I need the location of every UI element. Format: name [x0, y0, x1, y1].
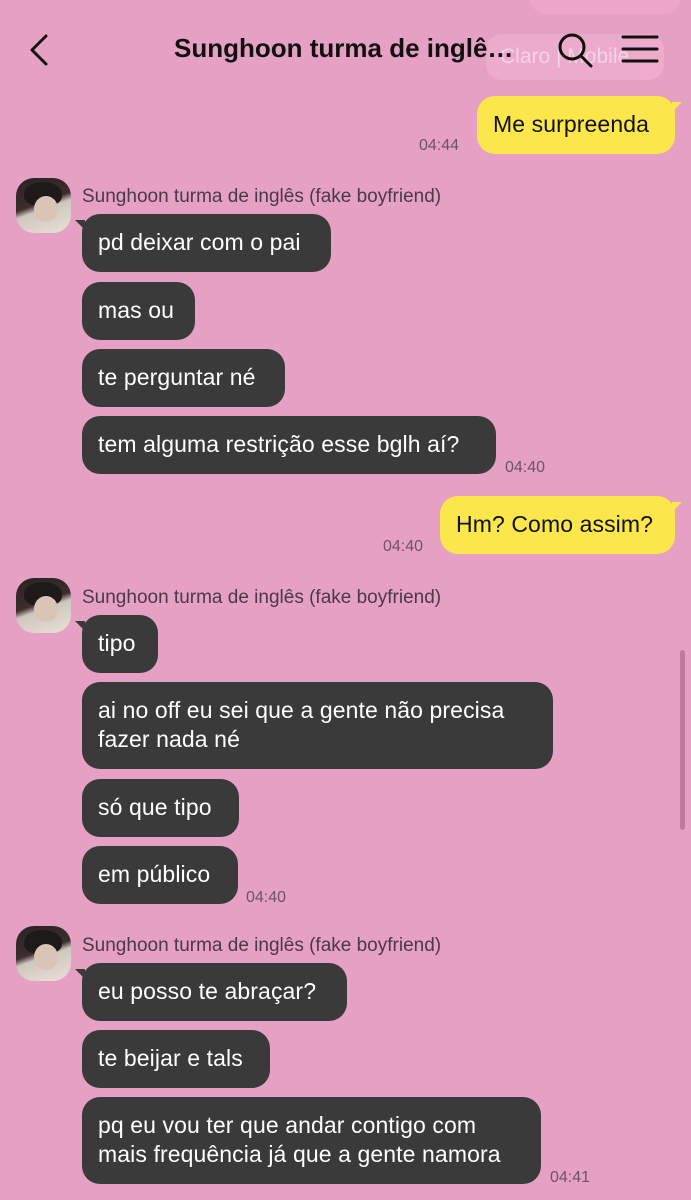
message-line: mais frequência já que a gente namora: [98, 1141, 501, 1167]
sent-message[interactable]: Me surpreenda: [477, 96, 682, 154]
back-button[interactable]: [22, 30, 62, 70]
search-icon: [558, 33, 593, 68]
sent-message[interactable]: Hm? Como assim?: [440, 496, 682, 554]
contact-avatar[interactable]: [16, 178, 71, 233]
received-message[interactable]: mas ou: [82, 282, 195, 340]
chat-header: Claro | Mobile Sunghoon turma de inglê…: [0, 0, 691, 100]
scrollbar[interactable]: [680, 650, 685, 830]
received-message[interactable]: em público: [82, 846, 238, 904]
sender-name: Sunghoon turma de inglês (fake boyfriend…: [82, 186, 442, 207]
contact-avatar[interactable]: [16, 926, 71, 981]
message-line: fazer nada né: [98, 726, 240, 752]
received-message[interactable]: pd deixar com o pai: [75, 214, 331, 272]
back-icon: [30, 34, 48, 66]
received-message[interactable]: ai no off eu sei que a gente não precisa…: [82, 682, 553, 769]
message-time: 04:41: [550, 1169, 591, 1186]
message-time: 04:40: [505, 459, 546, 476]
received-message[interactable]: eu posso te abraçar?: [75, 963, 347, 1021]
notification-overlay: [530, 0, 680, 14]
contact-avatar[interactable]: [16, 578, 71, 633]
sender-name: Sunghoon turma de inglês (fake boyfriend…: [82, 587, 442, 608]
message-line: pq eu vou ter que andar contigo com: [98, 1112, 477, 1138]
sender-name: Sunghoon turma de inglês (fake boyfriend…: [82, 935, 442, 956]
message-time: 04:40: [246, 889, 287, 906]
menu-button[interactable]: [620, 32, 660, 68]
chat-title: Sunghoon turma de inglê…: [174, 33, 514, 63]
received-message[interactable]: pq eu vou ter que andar contigo com mais…: [82, 1097, 541, 1184]
message-time: 04:40: [383, 538, 424, 555]
received-message[interactable]: só que tipo: [82, 779, 239, 837]
received-message[interactable]: te perguntar né: [82, 349, 285, 407]
search-button[interactable]: [556, 31, 594, 69]
message-line: ai no off eu sei que a gente não precisa: [98, 697, 505, 723]
message-time: 04:44: [419, 137, 460, 154]
received-message[interactable]: te beijar e tals: [82, 1030, 270, 1088]
menu-icon: [621, 35, 659, 63]
received-message[interactable]: tipo: [75, 615, 158, 673]
received-message[interactable]: tem alguma restrição esse bglh aí?: [82, 416, 496, 474]
